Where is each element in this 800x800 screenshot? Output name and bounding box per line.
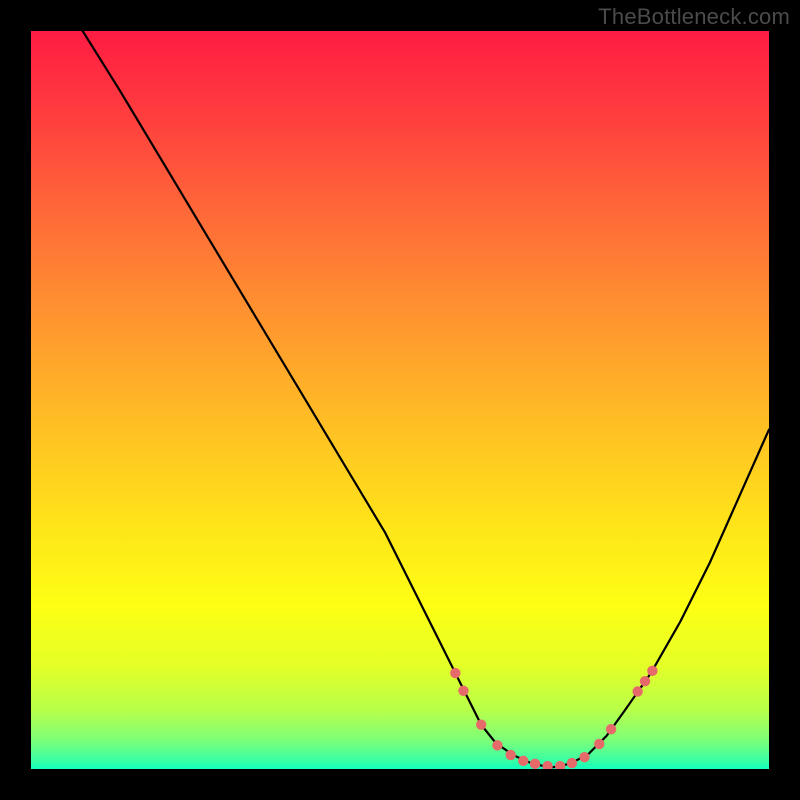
marker-dot (567, 758, 577, 768)
marker-dot (530, 759, 540, 769)
marker-dot (594, 739, 604, 749)
watermark-text: TheBottleneck.com (598, 4, 790, 30)
marker-dot (506, 750, 516, 760)
marker-dot (606, 724, 616, 734)
marker-dot (542, 761, 552, 769)
marker-dot (450, 668, 460, 678)
marker-dot (640, 676, 650, 686)
marker-dots (450, 666, 657, 769)
marker-dot (492, 740, 502, 750)
marker-dot (518, 756, 528, 766)
marker-dot (476, 720, 486, 730)
chart-plot-area (31, 31, 769, 769)
marker-dot (647, 666, 657, 676)
marker-dot (458, 686, 468, 696)
chart-svg (31, 31, 769, 769)
marker-dot (579, 752, 589, 762)
marker-dot (555, 761, 565, 769)
curve-line (83, 31, 769, 768)
marker-dot (632, 686, 642, 696)
